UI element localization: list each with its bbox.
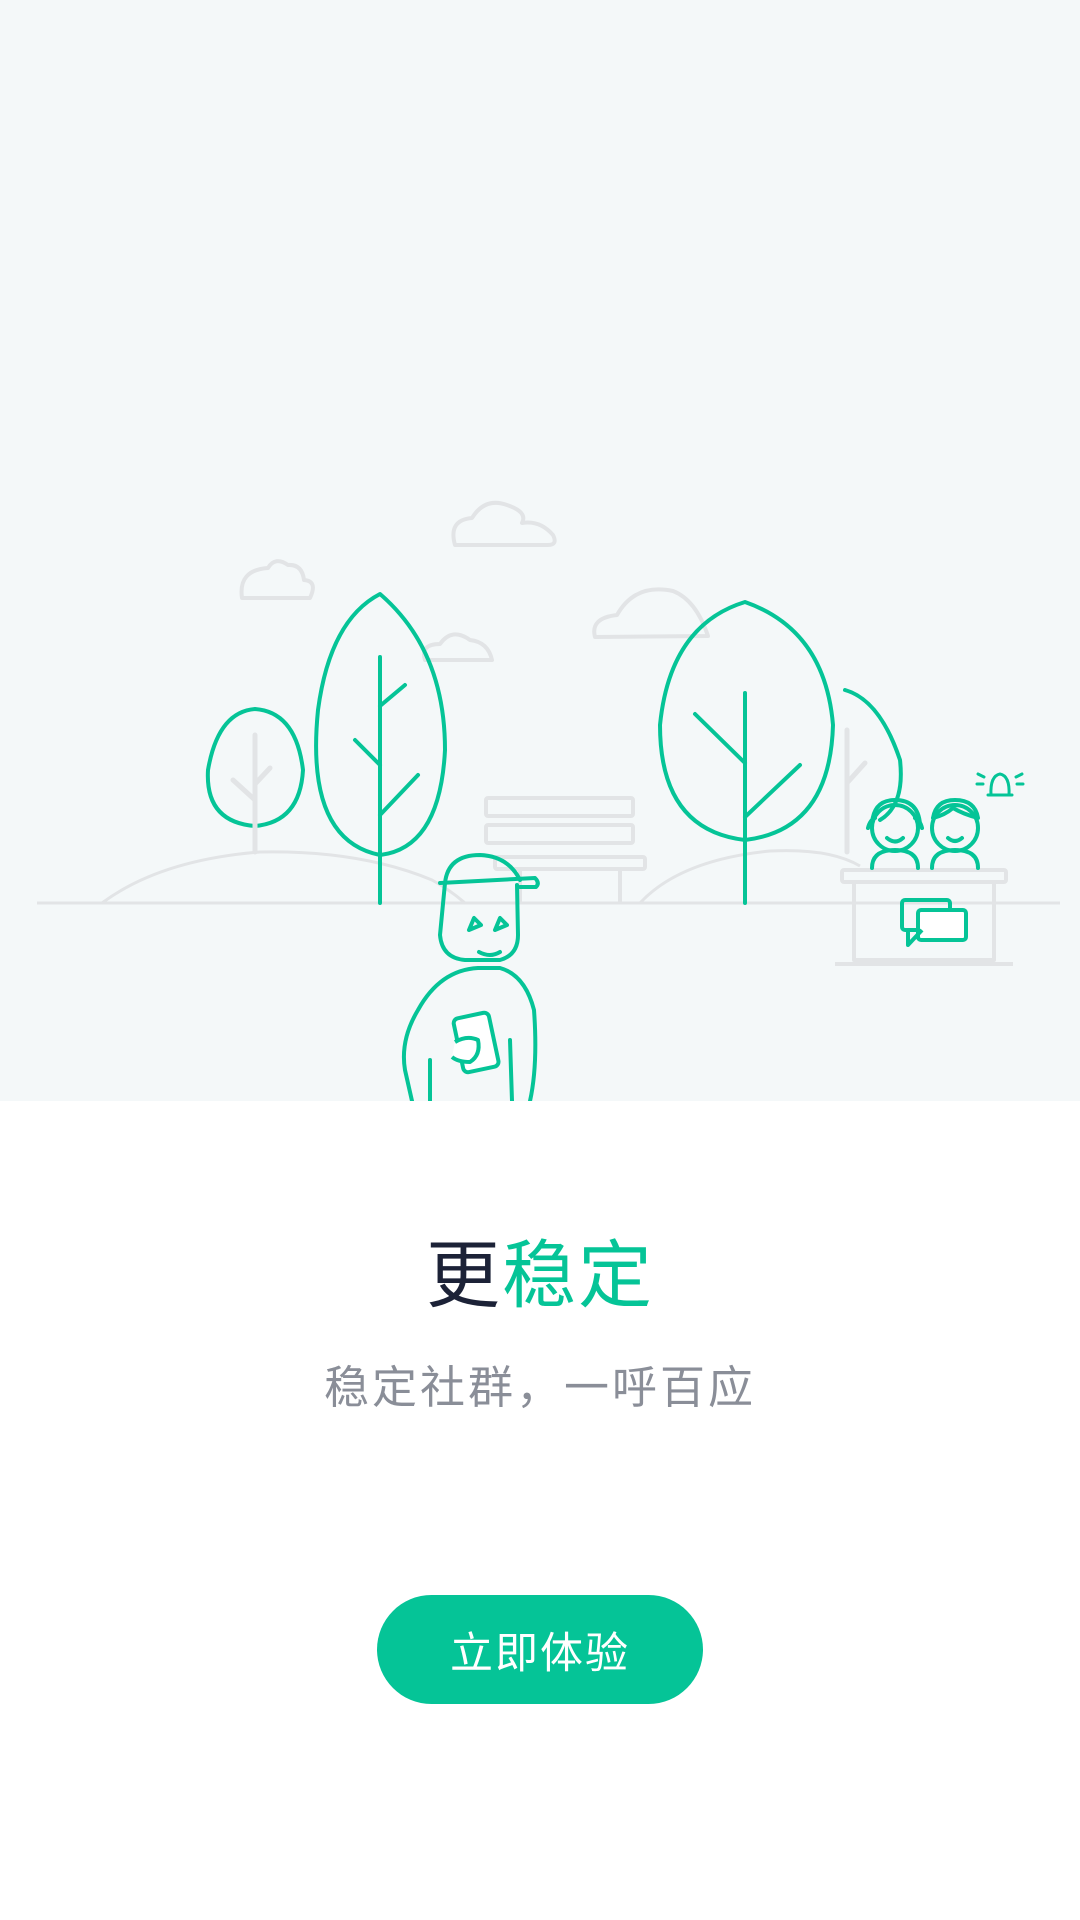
cloud-icon xyxy=(592,587,710,639)
cloud-icon xyxy=(422,632,494,662)
hand-icon xyxy=(450,1035,481,1064)
title-prefix: 更 xyxy=(426,1233,502,1319)
tree-trunk-icon xyxy=(844,727,868,855)
hill-icon xyxy=(638,849,861,905)
try-now-button[interactable]: 立即体验 xyxy=(377,1595,703,1704)
support-agent-icon xyxy=(866,798,924,870)
title-highlight: 稳定 xyxy=(502,1233,654,1319)
cloud-icon xyxy=(239,559,315,600)
hero-illustration xyxy=(0,0,1080,1101)
hill-icon xyxy=(101,850,466,905)
bell-icon xyxy=(975,772,1025,797)
page-title: 更稳定 xyxy=(0,1228,1080,1324)
tree-trunk-icon xyxy=(230,732,273,855)
tree-icon xyxy=(658,600,835,905)
onboarding-screen: 更稳定 稳定社群，一呼百应 立即体验 xyxy=(0,0,1080,1920)
cloud-icon xyxy=(451,500,557,547)
chat-bubble-icon xyxy=(900,898,968,947)
bench-icon xyxy=(484,796,647,903)
page-subtitle: 稳定社群，一呼百应 xyxy=(323,1361,756,1414)
support-agent-icon xyxy=(930,798,980,870)
park-scene-illustration xyxy=(37,500,1060,1101)
